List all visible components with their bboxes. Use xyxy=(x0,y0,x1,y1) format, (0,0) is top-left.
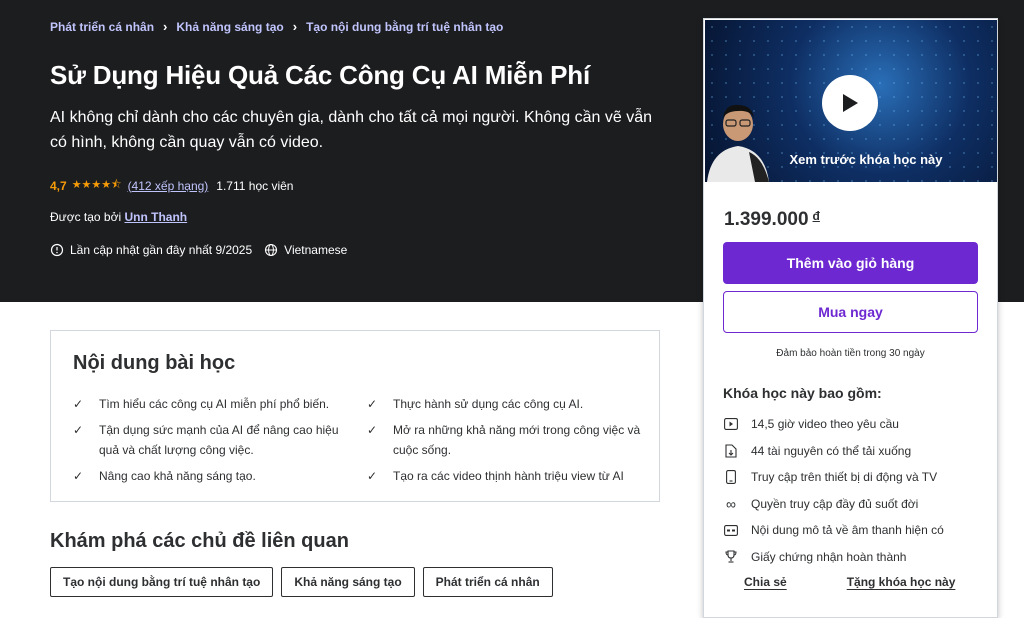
learn-list-right: ✓ Thực hành sử dụng các công cụ AI. ✓ Mở r… xyxy=(367,394,642,492)
check-icon: ✓ xyxy=(367,423,378,437)
currency: đ xyxy=(812,209,820,223)
topic-tag-ai-content[interactable]: Tạo nội dung bằng trí tuệ nhân tạo xyxy=(50,567,274,597)
created-by: Được tạo bởi Unn Thanh xyxy=(50,210,187,224)
card-links: Chia sẻ Tặng khóa học này xyxy=(704,575,997,589)
mobile-icon xyxy=(723,470,739,485)
course-price: 1.399.000 đ xyxy=(724,209,820,230)
check-icon: ✓ xyxy=(367,469,378,483)
rating-count-link[interactable]: (412 xếp hạng) xyxy=(128,179,209,193)
rating-row: 4,7 ★★★★⯪ (412 xếp hạng) 1.711 học viên xyxy=(50,176,293,195)
instructor-link[interactable]: Unn Thanh xyxy=(124,210,187,224)
play-icon xyxy=(843,94,858,112)
breadcrumb: Phát triển cá nhân › Khả năng sáng tạo ›… xyxy=(50,19,503,34)
includes-title: Khóa học này bao gồm: xyxy=(723,385,882,401)
closed-caption-icon xyxy=(723,523,739,537)
globe-icon xyxy=(264,243,278,257)
gift-course-link[interactable]: Tặng khóa học này xyxy=(847,575,956,589)
list-item: ✓ Mở ra những khả năng mới trong công việ… xyxy=(367,420,642,460)
list-item: ✓ Tìm hiểu các công cụ AI miễn phí phổ bi… xyxy=(73,394,353,414)
list-item: ∞ Quyền truy cập đầy đủ suốt đời xyxy=(723,491,944,518)
includes-list: 14,5 giờ video theo yêu cầu 44 tài nguyê… xyxy=(723,411,944,570)
check-icon: ✓ xyxy=(367,397,378,411)
rating-value: 4,7 xyxy=(50,178,67,193)
list-item: 14,5 giờ video theo yêu cầu xyxy=(723,411,944,438)
add-to-cart-button[interactable]: Thêm vào giỏ hàng xyxy=(723,242,978,284)
buy-now-button[interactable]: Mua ngay xyxy=(723,291,978,333)
last-updated: Lần cập nhật gần đây nhất 9/2025 xyxy=(70,243,253,257)
instructor-photo xyxy=(707,104,769,182)
purchase-card: Xem trước khóa học này 1.399.000 đ Thêm v… xyxy=(703,18,998,618)
list-item: ✓ Nâng cao khả năng sáng tạo. xyxy=(73,466,353,486)
chevron-right-icon: › xyxy=(163,19,168,34)
list-item: ✓ Thực hành sử dụng các công cụ AI. xyxy=(367,394,642,414)
check-icon: ✓ xyxy=(73,397,84,411)
download-file-icon xyxy=(723,444,739,458)
what-you-learn-box: Nội dung bài học ✓ Tìm hiểu các công cụ A… xyxy=(50,330,660,502)
alert-clock-icon xyxy=(50,243,64,257)
related-topics: Tạo nội dung bằng trí tuệ nhân tạo Khả n… xyxy=(50,567,561,597)
course-language: Vietnamese xyxy=(284,243,348,257)
list-item: ✓ Tận dụng sức mạnh của AI để nâng cao hi… xyxy=(73,420,353,460)
what-you-learn-title: Nội dung bài học xyxy=(73,352,236,374)
created-by-label: Được tạo bởi xyxy=(50,210,122,224)
course-preview[interactable]: Xem trước khóa học này xyxy=(705,20,997,182)
course-title: Sử Dụng Hiệu Quả Các Công Cụ AI Miễn Phí xyxy=(50,60,590,90)
money-back-guarantee: Đảm bảo hoàn tiền trong 30 ngày xyxy=(776,348,925,359)
chevron-right-icon: › xyxy=(292,19,298,34)
video-icon xyxy=(723,417,739,431)
trophy-icon xyxy=(723,550,739,564)
topic-tag-personal-development[interactable]: Phát triển cá nhân xyxy=(422,567,553,597)
check-icon: ✓ xyxy=(73,423,84,437)
course-meta: Lần cập nhật gần đây nhất 9/2025 Vietnam… xyxy=(50,243,347,257)
play-button[interactable] xyxy=(822,75,878,131)
course-subtitle: AI không chỉ dành cho các chuyên gia, dà… xyxy=(50,109,653,151)
share-link[interactable]: Chia sẻ xyxy=(744,575,787,589)
breadcrumb-item-personal-development[interactable]: Phát triển cá nhân xyxy=(50,20,154,34)
list-item: Truy cập trên thiết bị di động và TV xyxy=(723,464,944,491)
star-rating-icon: ★★★★⯪ xyxy=(71,179,122,191)
breadcrumb-item-creativity[interactable]: Khả năng sáng tạo xyxy=(176,20,283,34)
student-count: 1.711 học viên xyxy=(216,178,294,193)
check-icon: ✓ xyxy=(73,469,84,483)
infinity-icon: ∞ xyxy=(726,495,736,512)
list-item: Nội dung mô tả về âm thanh hiện có xyxy=(723,517,944,544)
learn-list-left: ✓ Tìm hiểu các công cụ AI miễn phí phổ bi… xyxy=(73,394,353,492)
list-item: 44 tài nguyên có thể tải xuống xyxy=(723,438,944,465)
related-topics-title: Khám phá các chủ đề liên quan xyxy=(50,530,349,552)
list-item: ✓ Tạo ra các video thịnh hành triệu view … xyxy=(367,466,642,486)
preview-label: Xem trước khóa học này xyxy=(789,152,943,167)
list-item: Giấy chứng nhận hoàn thành xyxy=(723,544,944,571)
breadcrumb-item-ai-content[interactable]: Tạo nội dung bằng trí tuệ nhân tạo xyxy=(306,20,503,34)
topic-tag-creativity[interactable]: Khả năng sáng tạo xyxy=(281,567,415,597)
